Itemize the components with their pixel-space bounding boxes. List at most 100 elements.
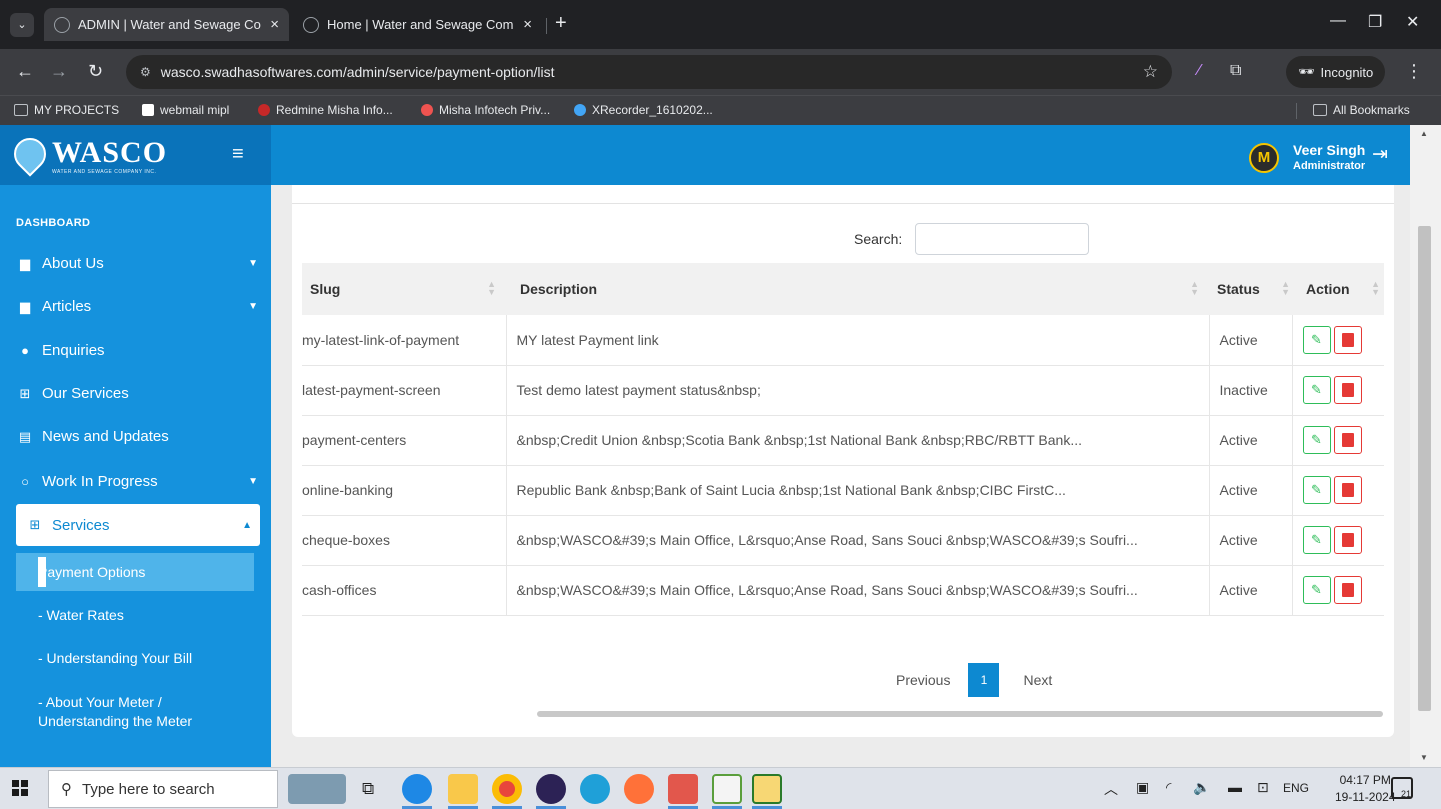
notification-icon[interactable]: 21 bbox=[1391, 777, 1413, 799]
notepad-icon[interactable] bbox=[712, 774, 742, 804]
chevron-up-icon[interactable]: ︿ bbox=[1104, 779, 1118, 799]
volume-icon[interactable]: 🔈 bbox=[1193, 779, 1210, 796]
sidebar-item-services[interactable]: ⊞ Services ▲ bbox=[16, 504, 260, 546]
sidebar-subitem-water-rates[interactable]: - Water Rates bbox=[38, 606, 124, 625]
edit-icon[interactable]: ✎ bbox=[1302, 426, 1331, 454]
edit-icon[interactable]: ✎ bbox=[1302, 325, 1331, 354]
edit-icon[interactable]: ✎ bbox=[1302, 376, 1331, 404]
cell-description: Republic Bank &nbsp;Bank of Saint Lucia … bbox=[506, 465, 1210, 516]
pagination: Previous 1 Next bbox=[896, 663, 1052, 697]
sidebar-subitem-about-meter[interactable]: - About Your Meter / Understanding the M… bbox=[38, 693, 238, 731]
next-page-button[interactable]: Next bbox=[1023, 672, 1052, 688]
tray-app-icon[interactable]: ▣ bbox=[1136, 779, 1149, 796]
wifi-icon[interactable]: ◜ bbox=[1166, 779, 1171, 796]
firefox-icon[interactable] bbox=[624, 774, 654, 804]
incognito-button[interactable]: 🕶 Incognito bbox=[1286, 56, 1386, 88]
page-1-button[interactable]: 1 bbox=[968, 663, 1000, 697]
delete-icon[interactable] bbox=[1333, 476, 1362, 504]
sidebar-subitem-payment-options[interactable]: Payment Options bbox=[16, 553, 254, 591]
edit-icon[interactable]: ✎ bbox=[1302, 476, 1331, 504]
bookmark-xrecorder[interactable]: XRecorder_1610202... bbox=[574, 103, 713, 117]
tab-search-icon[interactable]: ⌄ bbox=[10, 13, 34, 37]
all-bookmarks[interactable]: All Bookmarks bbox=[1313, 103, 1410, 117]
sidebar: DASHBOARD ▆ About Us ▼ ▆ Articles ▼ ● En… bbox=[0, 185, 271, 767]
chrome-incognito-icon[interactable] bbox=[668, 774, 698, 804]
bookmark-misha[interactable]: Misha Infotech Priv... bbox=[421, 103, 550, 117]
battery-icon[interactable]: ▬ bbox=[1228, 779, 1242, 795]
close-tab-icon[interactable]: × bbox=[523, 16, 532, 33]
delete-icon[interactable] bbox=[1333, 526, 1362, 554]
close-window-icon[interactable]: ✕ bbox=[1406, 12, 1419, 32]
sidebar-item-work-in-progress[interactable]: ○ Work In Progress ▼ bbox=[16, 473, 260, 490]
extensions-puzzle-icon[interactable]: ⧉ bbox=[1230, 62, 1241, 80]
brand-logo[interactable]: WASCO WATER AND SEWAGE COMPANY INC. ≡ bbox=[0, 125, 271, 185]
browser-menu-icon[interactable]: ⋮ bbox=[1405, 61, 1423, 82]
sidebar-item-news[interactable]: ▤ News and Updates bbox=[16, 428, 260, 445]
column-header-description[interactable]: Description ▲ ▼ bbox=[506, 263, 1209, 315]
search-input[interactable] bbox=[915, 223, 1089, 255]
extension-feather-icon[interactable]: ⁄ bbox=[1198, 62, 1201, 80]
scroll-down-icon[interactable]: ▼ bbox=[1420, 753, 1428, 762]
browser-tab-admin[interactable]: ADMIN | Water and Sewage Co × bbox=[44, 8, 289, 41]
cell-description: Test demo latest payment status&nbsp; bbox=[506, 365, 1210, 416]
task-view-icon[interactable]: ⧉ bbox=[362, 779, 374, 799]
sort-icon: ▲ ▼ bbox=[1190, 279, 1199, 297]
delete-icon[interactable] bbox=[1333, 576, 1362, 604]
scrollbar-thumb[interactable] bbox=[1418, 226, 1431, 711]
scroll-up-icon[interactable]: ▲ bbox=[1420, 129, 1428, 138]
windows-start-icon[interactable] bbox=[12, 780, 28, 796]
forward-icon[interactable]: → bbox=[50, 61, 68, 82]
taskbar-search-box[interactable]: ⚲ Type here to search bbox=[48, 770, 278, 808]
chrome-icon[interactable] bbox=[492, 774, 522, 804]
delete-icon[interactable] bbox=[1333, 426, 1362, 454]
cell-actions: ✎ bbox=[1292, 415, 1384, 466]
column-header-status[interactable]: Status ▲ ▼ bbox=[1209, 263, 1292, 315]
sidebar-heading[interactable]: DASHBOARD bbox=[16, 217, 90, 229]
new-tab-icon[interactable]: + bbox=[555, 12, 567, 35]
bookmark-redmine[interactable]: Redmine Misha Info... bbox=[258, 103, 393, 117]
manatee-widget-icon[interactable] bbox=[288, 774, 346, 804]
site-info-icon[interactable]: ⚙ bbox=[140, 65, 151, 79]
bookmark-my-projects[interactable]: MY PROJECTS bbox=[14, 103, 119, 117]
browser-tab-home[interactable]: Home | Water and Sewage Com × bbox=[293, 8, 542, 41]
column-header-slug[interactable]: Slug ▲ ▼ bbox=[302, 263, 506, 315]
xrecorder-app-icon[interactable] bbox=[752, 774, 782, 804]
logout-icon[interactable]: ⇥ bbox=[1372, 143, 1388, 166]
sidebar-item-articles[interactable]: ▆ Articles ▼ bbox=[16, 298, 260, 315]
file-explorer-icon[interactable] bbox=[448, 774, 478, 804]
bookmarks-bar: MY PROJECTS webmail mipl Redmine Misha I… bbox=[0, 95, 1441, 125]
previous-page-button[interactable]: Previous bbox=[896, 672, 950, 688]
delete-icon[interactable] bbox=[1333, 376, 1362, 404]
hamburger-menu-icon[interactable]: ≡ bbox=[232, 143, 244, 166]
sidebar-subitem-understanding-bill[interactable]: - Understanding Your Bill bbox=[38, 649, 192, 668]
language-indicator[interactable]: ENG bbox=[1283, 781, 1309, 795]
back-icon[interactable]: ← bbox=[16, 61, 34, 82]
cell-status: Active bbox=[1209, 515, 1293, 566]
edge-icon[interactable] bbox=[580, 774, 610, 804]
column-header-action[interactable]: Action ▲ ▼ bbox=[1292, 263, 1384, 315]
chevron-down-icon: ▼ bbox=[248, 258, 258, 269]
close-tab-icon[interactable]: × bbox=[270, 16, 279, 33]
address-bar[interactable]: ⚙ wasco.swadhasoftwares.com/admin/servic… bbox=[126, 55, 1172, 89]
edit-icon[interactable]: ✎ bbox=[1302, 526, 1331, 554]
favicon-icon bbox=[303, 16, 319, 33]
ime-icon[interactable]: ⊡ bbox=[1257, 779, 1269, 796]
bookmark-webmail[interactable]: webmail mipl bbox=[142, 103, 229, 117]
restore-icon[interactable]: ❐ bbox=[1368, 12, 1382, 32]
skype-icon[interactable] bbox=[402, 774, 432, 804]
minimize-icon[interactable]: — bbox=[1330, 12, 1346, 30]
taskbar-clock[interactable]: 04:17 PM 19-11-2024 bbox=[1335, 772, 1396, 806]
sidebar-item-enquiries[interactable]: ● Enquiries bbox=[16, 342, 260, 359]
edit-icon[interactable]: ✎ bbox=[1302, 576, 1331, 604]
horizontal-scrollbar[interactable] bbox=[537, 711, 1383, 717]
table-row: cash-offices &nbsp;WASCO&#39;s Main Offi… bbox=[302, 565, 1384, 616]
delete-icon[interactable] bbox=[1333, 325, 1362, 354]
bookmark-star-icon[interactable]: ☆ bbox=[1143, 62, 1158, 82]
page-scrollbar[interactable]: ▲ ▼ bbox=[1410, 125, 1441, 767]
eclipse-icon[interactable] bbox=[536, 774, 566, 804]
reload-icon[interactable]: ↻ bbox=[88, 61, 103, 82]
table-header-row: Slug ▲ ▼ Description ▲ ▼ Status ▲ ▼ Action ▲ ▼ bbox=[302, 263, 1384, 315]
sidebar-item-our-services[interactable]: ⊞ Our Services bbox=[16, 385, 260, 402]
avatar[interactable]: M bbox=[1249, 143, 1279, 173]
sidebar-item-about-us[interactable]: ▆ About Us ▼ bbox=[16, 255, 260, 272]
